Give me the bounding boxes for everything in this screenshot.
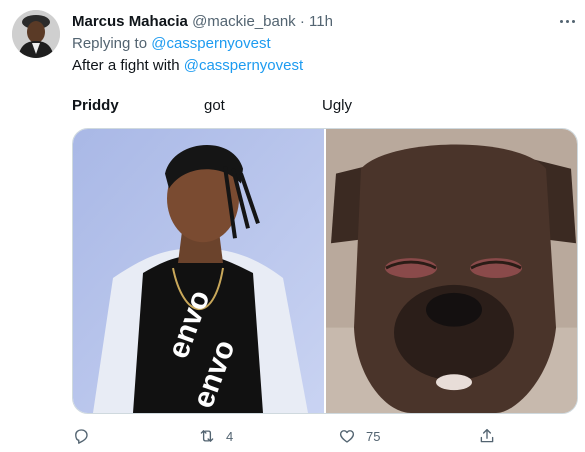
- photo-man[interactable]: envo envo: [73, 129, 324, 413]
- share-button[interactable]: [478, 424, 496, 448]
- reply-button[interactable]: [72, 424, 100, 448]
- tweet-mention-link[interactable]: @casspernyovest: [184, 57, 303, 74]
- retweet-count: 4: [226, 428, 234, 444]
- separator-dot: ·: [299, 13, 305, 30]
- like-button[interactable]: 75: [338, 424, 380, 448]
- avatar-image: [12, 10, 60, 58]
- avatar[interactable]: [12, 10, 60, 58]
- retweet-icon: [200, 430, 214, 442]
- reply-icon: [75, 429, 88, 444]
- author-name[interactable]: Marcus Mahacia: [72, 13, 188, 30]
- tweet-media[interactable]: envo envo: [72, 128, 578, 414]
- label-ugly: Ugly: [322, 97, 353, 114]
- replying-to: Replying to @casspernyovest: [72, 34, 271, 54]
- action-bar: 4 75: [72, 424, 512, 448]
- author-handle[interactable]: @mackie_bank: [192, 13, 296, 30]
- replying-prefix: Replying to: [72, 35, 152, 52]
- tweet-header: Marcus Mahacia @mackie_bank · 11h: [72, 12, 545, 32]
- label-got: got: [204, 97, 225, 114]
- tweet-body: After a fight with: [72, 57, 184, 74]
- replying-mention-link[interactable]: @casspernyovest: [151, 35, 270, 52]
- label-priddy: Priddy: [72, 97, 119, 114]
- share-icon: [480, 428, 494, 443]
- more-icon[interactable]: [556, 10, 578, 32]
- like-count: 75: [366, 428, 381, 444]
- tweet-time[interactable]: 11h: [309, 13, 333, 30]
- like-icon: [339, 430, 355, 443]
- tweet-text: After a fight with @casspernyovest: [72, 56, 303, 76]
- retweet-button[interactable]: 4: [198, 424, 233, 448]
- photo-dog[interactable]: [326, 129, 578, 413]
